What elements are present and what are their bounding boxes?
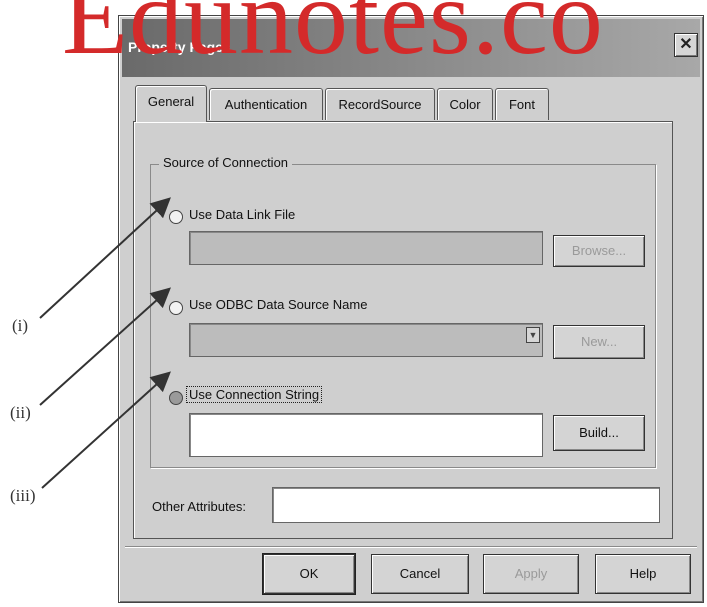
window-title: Property Pages [128,39,231,55]
data-link-file-field [189,231,543,265]
tab-color[interactable]: Color [437,88,493,120]
new-button[interactable]: New... [553,325,645,359]
chevron-down-icon[interactable]: ▼ [526,327,540,343]
connection-string-radio[interactable] [169,391,183,405]
tab-font[interactable]: Font [495,88,549,120]
tab-authentication[interactable]: Authentication [209,88,323,120]
property-pages-dialog: Property Pages ✕ General Authentication … [118,15,704,603]
data-link-label: Use Data Link File [189,207,296,222]
odbc-label: Use ODBC Data Source Name [189,297,368,312]
callout-label-iii: (iii) [10,486,36,505]
title-bar: Property Pages ✕ [122,19,700,77]
browse-button[interactable]: Browse... [553,235,645,267]
source-of-connection-group: Source of Connection Use Data Link File … [150,155,656,468]
tab-general[interactable]: General [135,85,207,122]
general-tab-panel: Source of Connection Use Data Link File … [133,121,673,539]
close-icon[interactable]: ✕ [674,33,698,57]
other-attributes-input[interactable] [272,487,660,523]
odbc-radio[interactable] [169,301,183,315]
connection-string-input[interactable] [189,413,543,457]
divider [125,546,697,548]
help-button[interactable]: Help [595,554,691,594]
other-attributes-label: Other Attributes: [152,499,246,514]
odbc-dsn-select[interactable]: ▼ [189,323,543,357]
build-button[interactable]: Build... [553,415,645,451]
connection-string-label: Use Connection String [185,386,323,403]
callout-label-ii: (ii) [10,403,31,422]
cancel-button[interactable]: Cancel [371,554,469,594]
callout-label-i: (i) [12,316,29,335]
data-link-radio[interactable] [169,210,183,224]
ok-button[interactable]: OK [262,553,356,595]
apply-button[interactable]: Apply [483,554,579,594]
tab-recordsource[interactable]: RecordSource [325,88,435,120]
group-label: Source of Connection [159,155,293,170]
